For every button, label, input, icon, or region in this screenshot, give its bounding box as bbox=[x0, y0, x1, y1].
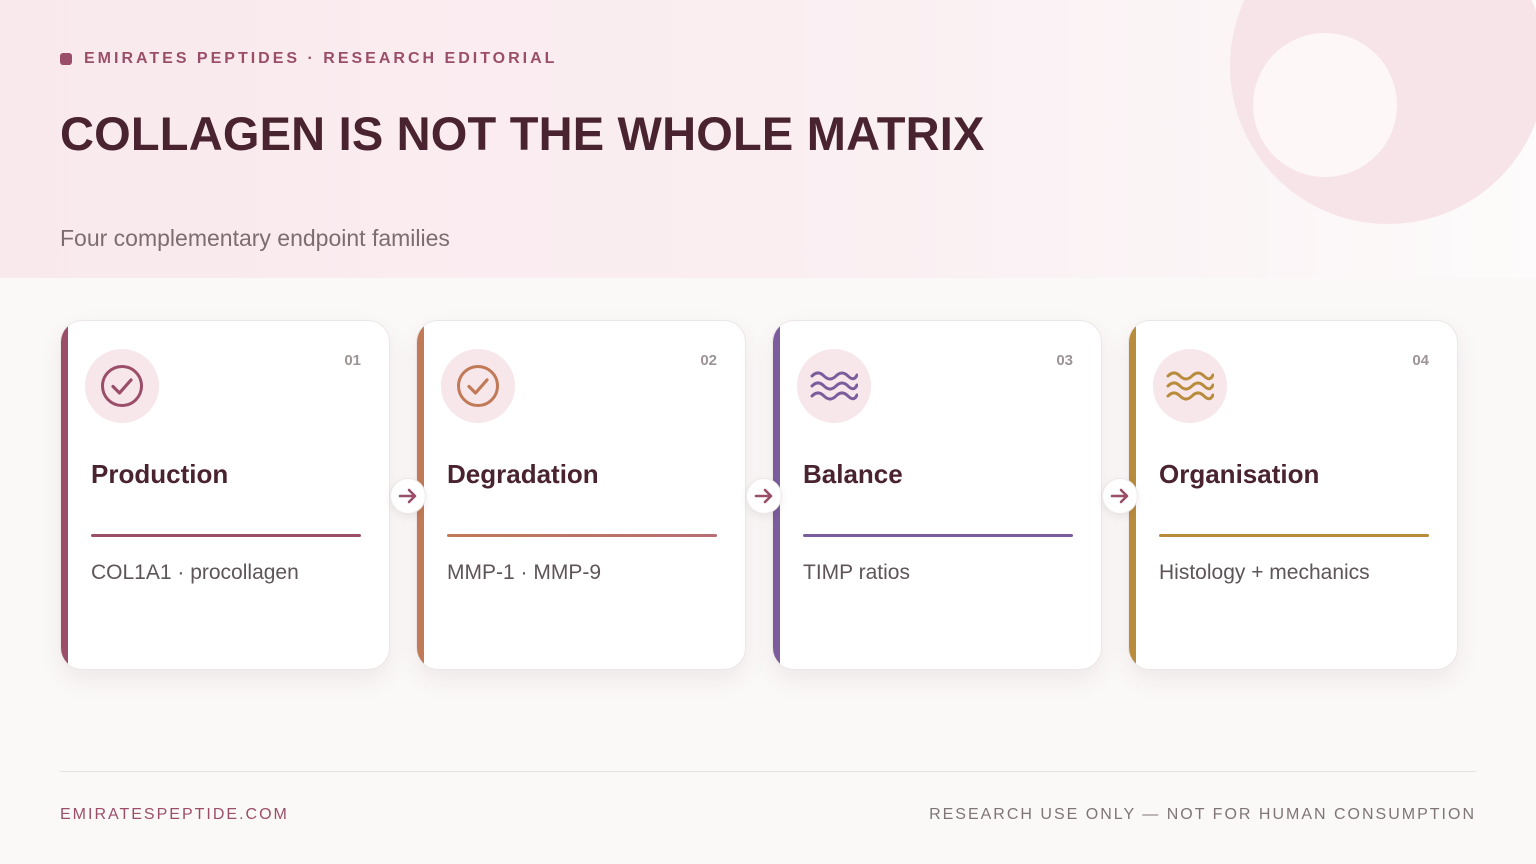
check-circle-icon bbox=[85, 349, 159, 423]
card-balance: 03 Balance TIMP ratios bbox=[772, 320, 1102, 670]
waves-icon bbox=[797, 349, 871, 423]
eyebrow-dot-icon bbox=[60, 53, 72, 65]
footer-disclaimer: RESEARCH USE ONLY — NOT FOR HUMAN CONSUM… bbox=[929, 806, 1476, 823]
card-production: 01 Production COL1A1 · procollagen bbox=[60, 320, 390, 670]
eyebrow-text: EMIRATES PEPTIDES · RESEARCH EDITORIAL bbox=[84, 50, 558, 67]
eyebrow: EMIRATES PEPTIDES · RESEARCH EDITORIAL bbox=[60, 50, 557, 68]
arrow-right-icon bbox=[390, 478, 426, 514]
page-title: COLLAGEN IS NOT THE WHOLE MATRIX bbox=[60, 107, 985, 160]
card-description: MMP-1 · MMP-9 bbox=[447, 561, 601, 584]
card-title: Balance bbox=[803, 459, 903, 489]
card-divider bbox=[1159, 534, 1429, 537]
card-organisation: 04 Organisation Histology + mechanics bbox=[1128, 320, 1458, 670]
card-description: Histology + mechanics bbox=[1159, 561, 1370, 584]
arrow-right-icon bbox=[746, 478, 782, 514]
card-divider bbox=[91, 534, 361, 537]
card-accent-bar bbox=[61, 321, 68, 669]
arrow-right-icon bbox=[1102, 478, 1138, 514]
card-description: TIMP ratios bbox=[803, 561, 910, 584]
card-title: Organisation bbox=[1159, 459, 1320, 489]
card-divider bbox=[803, 534, 1073, 537]
page-subtitle: Four complementary endpoint families bbox=[60, 225, 450, 251]
footer-site-link[interactable]: EMIRATESPEPTIDE.COM bbox=[60, 806, 289, 824]
card-description: COL1A1 · procollagen bbox=[91, 561, 299, 584]
card-title: Degradation bbox=[447, 459, 599, 489]
card-number: 03 bbox=[1056, 352, 1073, 369]
endpoint-cards: 01 Production COL1A1 · procollagen 02 De… bbox=[60, 320, 1460, 672]
check-circle-icon bbox=[441, 349, 515, 423]
footer-divider bbox=[60, 771, 1476, 772]
card-number: 04 bbox=[1412, 352, 1429, 369]
decorative-circle-inner bbox=[1253, 33, 1397, 177]
card-number: 01 bbox=[344, 352, 361, 369]
card-number: 02 bbox=[700, 352, 717, 369]
waves-icon bbox=[1153, 349, 1227, 423]
card-degradation: 02 Degradation MMP-1 · MMP-9 bbox=[416, 320, 746, 670]
hero-banner: EMIRATES PEPTIDES · RESEARCH EDITORIAL C… bbox=[0, 0, 1536, 278]
card-divider bbox=[447, 534, 717, 537]
card-title: Production bbox=[91, 459, 229, 489]
